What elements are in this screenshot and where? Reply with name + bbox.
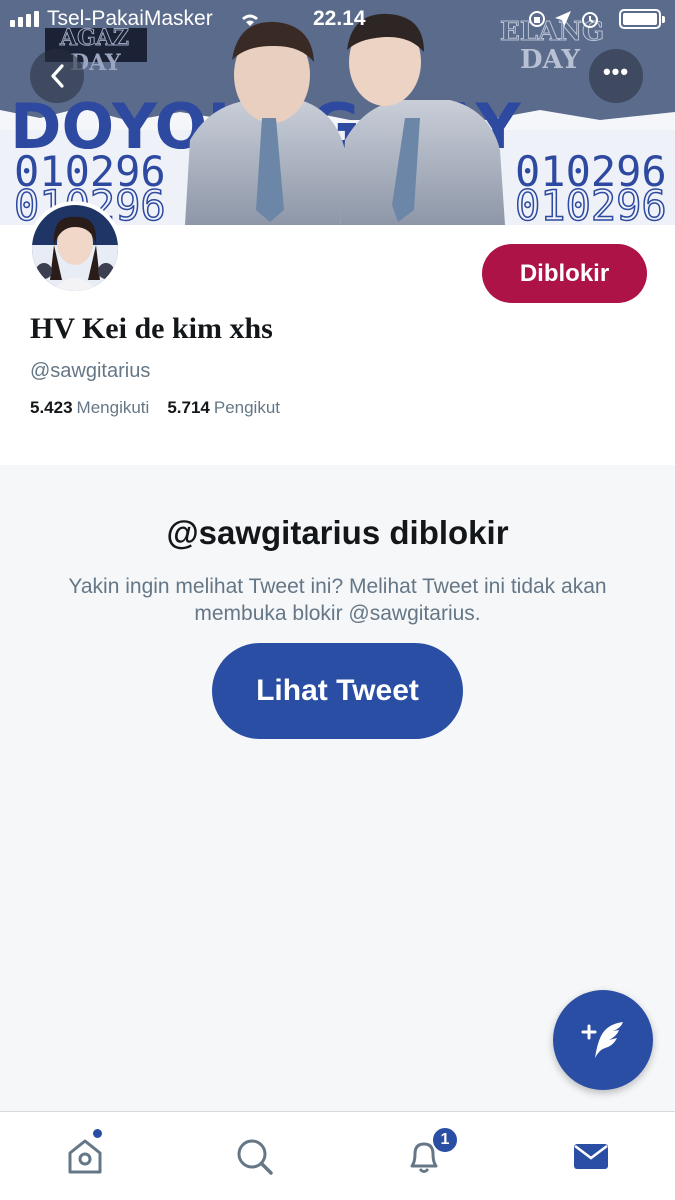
followers-count: 5.714: [167, 398, 210, 417]
following-label: Mengikuti: [76, 398, 150, 417]
tab-search[interactable]: [232, 1134, 276, 1178]
blocked-title: @sawgitarius diblokir: [166, 514, 509, 551]
profile-stats: 5.423 Mengikuti 5.714 Pengikut: [30, 398, 280, 418]
followers-label: Pengikut: [213, 398, 281, 417]
search-icon: [237, 1139, 273, 1175]
banner-date-right-outline: 010296: [515, 181, 667, 225]
orientation-lock-icon: [529, 11, 545, 27]
location-icon: [555, 11, 571, 27]
chevron-left-icon: [51, 64, 64, 88]
status-bar: Tsel-PakaiMasker 22.14: [0, 0, 675, 38]
status-time: 22.14: [313, 7, 366, 30]
tab-messages[interactable]: [569, 1134, 613, 1178]
banner-label-right-2: DAY: [520, 45, 580, 75]
back-button[interactable]: [30, 49, 84, 103]
blocked-button[interactable]: Diblokir: [482, 244, 647, 303]
more-options-button[interactable]: •••: [589, 49, 643, 103]
home-icon: [68, 1139, 102, 1174]
compose-feather-icon: [581, 1022, 623, 1058]
home-unread-dot: [93, 1129, 102, 1138]
avatar[interactable]: [28, 201, 122, 295]
profile-handle: @sawgitarius: [30, 360, 151, 382]
wifi-icon: [242, 14, 258, 26]
avatar-image: [32, 205, 118, 291]
signal-strength-icon: [10, 11, 39, 27]
alarm-icon: [582, 12, 598, 28]
blocked-description: Yakin ingin melihat Tweet ini? Melihat T…: [68, 575, 607, 625]
following-count: 5.423: [30, 398, 73, 417]
more-horizontal-icon: •••: [602, 59, 630, 84]
view-tweets-button[interactable]: Lihat Tweet: [212, 643, 463, 739]
carrier-name: Tsel-PakaiMasker: [47, 7, 213, 30]
profile-display-name: HV Kei de kim xhs: [30, 312, 273, 345]
following-stat[interactable]: 5.423 Mengikuti: [30, 398, 149, 418]
compose-tweet-button[interactable]: [553, 990, 653, 1090]
followers-stat[interactable]: 5.714 Pengikut: [167, 398, 280, 418]
bottom-tab-bar: [0, 1111, 675, 1200]
battery-icon: [619, 9, 665, 29]
mail-icon: [574, 1144, 608, 1169]
tab-home[interactable]: [63, 1134, 107, 1178]
profile-banner: DOYOUNG DAY 010296 010296 010296 010296 …: [0, 0, 675, 225]
notification-badge: 1: [431, 1126, 459, 1154]
